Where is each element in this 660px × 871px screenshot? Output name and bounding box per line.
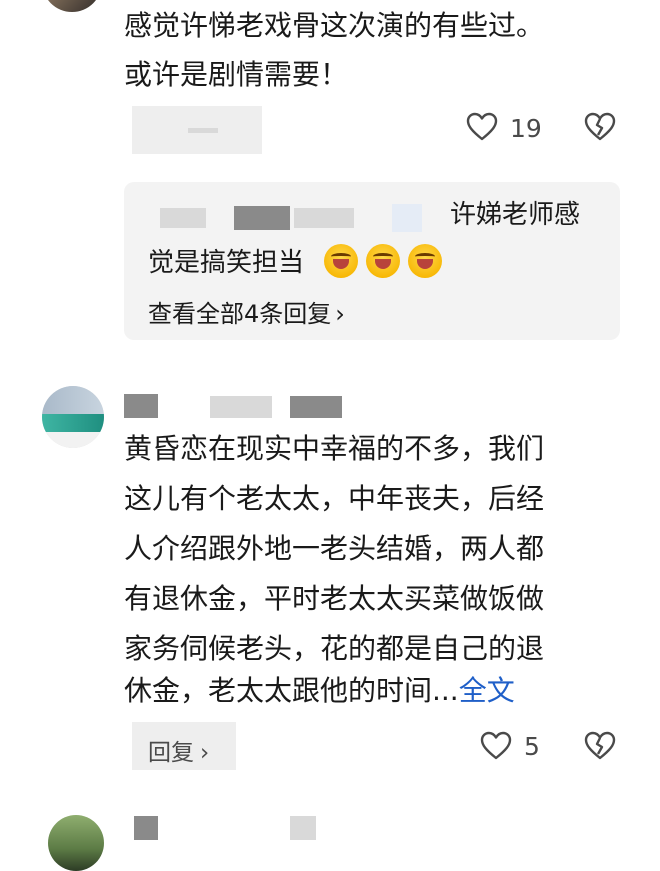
- comment-text-truncated: 休金，老太太跟他的时间...: [124, 674, 459, 707]
- redacted-region: [294, 208, 354, 228]
- dislike-button[interactable]: [584, 112, 616, 142]
- redacted-region: [392, 204, 422, 232]
- like-count: 5: [524, 732, 540, 761]
- like-button[interactable]: [466, 112, 498, 142]
- view-all-replies-label: 查看全部4条回复: [148, 300, 332, 328]
- avatar[interactable]: [48, 815, 104, 871]
- redacted-region: [290, 396, 342, 418]
- like-button[interactable]: [480, 731, 512, 761]
- comment-text-line: 或许是剧情需要！: [124, 58, 349, 91]
- avatar[interactable]: [42, 386, 104, 448]
- redacted-region: [134, 816, 158, 840]
- redacted-region: [290, 816, 316, 840]
- comment-text-line: 感觉许悌老戏骨这次演的有些过。: [124, 9, 545, 42]
- emoji-group: [320, 244, 442, 278]
- comment-text-line: 黄昏恋在现实中幸福的不多，我们: [124, 432, 545, 465]
- chevron-right-icon: ›: [200, 740, 210, 766]
- comment-text-line: 这儿有个老太太，中年丧夫，后经: [124, 482, 545, 515]
- redacted-region: [210, 396, 272, 418]
- heart-icon: [480, 731, 512, 760]
- comment-text-line: 休金，老太太跟他的时间...全文: [124, 671, 515, 711]
- broken-heart-icon: [584, 731, 616, 760]
- view-all-replies-link[interactable]: 查看全部4条回复 ›: [148, 294, 345, 329]
- laughing-emoji-icon: [324, 244, 358, 278]
- redacted-region: [188, 128, 218, 133]
- redacted-region: [234, 206, 290, 230]
- reply-text: 许娣老师感: [450, 200, 581, 230]
- avatar[interactable]: [42, 0, 102, 12]
- like-count: 19: [510, 114, 542, 143]
- laughing-emoji-icon: [408, 244, 442, 278]
- reply-text: 觉是搞笑担当: [148, 248, 305, 278]
- comment-text-line: 家务伺候老头，花的都是自己的退: [124, 632, 545, 665]
- laughing-emoji-icon: [366, 244, 400, 278]
- reply-button-label: 回复: [148, 740, 194, 766]
- expand-full-text-link[interactable]: 全文: [459, 674, 515, 707]
- redacted-region: [160, 208, 206, 228]
- reply-preview[interactable]: 许娣老师感 觉是搞笑担当 查看全部4条回复 ›: [124, 182, 620, 340]
- dislike-button[interactable]: [584, 731, 616, 761]
- chevron-right-icon: ›: [335, 300, 345, 328]
- comment-text-line: 有退休金，平时老太太买菜做饭做: [124, 582, 545, 615]
- redacted-region: [124, 394, 158, 418]
- comment-text-line: 人介绍跟外地一老头结婚，两人都: [124, 532, 545, 565]
- broken-heart-icon: [584, 112, 616, 141]
- heart-icon: [466, 112, 498, 141]
- reply-button[interactable]: 回复 ›: [148, 733, 209, 767]
